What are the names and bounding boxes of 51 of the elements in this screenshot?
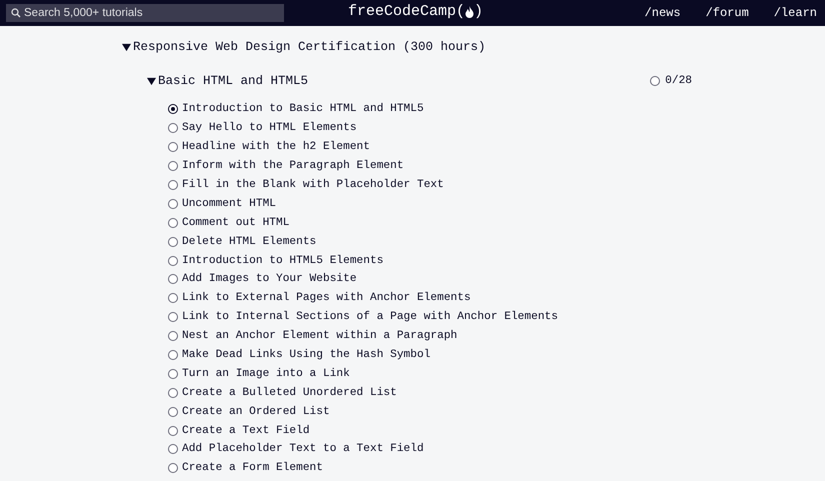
challenge-link[interactable]: Create a Form Element bbox=[182, 462, 323, 474]
challenge-radio[interactable] bbox=[168, 180, 178, 190]
challenge-radio[interactable] bbox=[168, 426, 178, 436]
challenge-link[interactable]: Link to Internal Sections of a Page with Anchor Elements bbox=[182, 311, 558, 324]
nav-link[interactable]: /learn bbox=[774, 6, 817, 20]
challenge-radio[interactable] bbox=[168, 368, 178, 379]
challenge-link[interactable]: Comment out HTML bbox=[182, 216, 290, 229]
challenge-link[interactable]: Nest an Anchor Element within a Paragraph bbox=[182, 330, 458, 342]
challenge-radio[interactable] bbox=[168, 123, 178, 134]
challenge-radio[interactable] bbox=[168, 463, 178, 474]
challenge-link[interactable]: Add Placeholder Text to a Text Field bbox=[182, 443, 424, 456]
challenge-link[interactable]: Introduction to HTML5 Elements bbox=[182, 254, 384, 267]
challenge-link[interactable]: Link to External Pages with Anchor Elements bbox=[182, 292, 471, 304]
nav-link[interactable]: /news bbox=[644, 6, 681, 20]
block-title[interactable]: Basic HTML and HTML5 bbox=[158, 74, 308, 88]
challenge-radio[interactable] bbox=[168, 406, 178, 417]
challenge-link[interactable]: Make Dead Links Using the Hash Symbol bbox=[182, 349, 430, 362]
challenge-link[interactable]: Introduction to Basic HTML and HTML5 bbox=[182, 103, 424, 116]
certification-title[interactable]: Responsive Web Design Certification (300 hours) bbox=[133, 40, 486, 54]
challenge-link[interactable]: Turn an Image into a Link bbox=[182, 368, 350, 380]
progress-count: 0/28 bbox=[665, 75, 692, 87]
challenge-radio[interactable] bbox=[168, 256, 178, 266]
nav-link[interactable]: /forum bbox=[706, 6, 749, 20]
challenge-link[interactable]: Uncomment HTML bbox=[182, 198, 276, 210]
challenge-link[interactable]: Fill in the Blank with Placeholder Text bbox=[182, 179, 444, 191]
challenge-link[interactable]: Headline with the h2 Element bbox=[182, 141, 370, 154]
search-field[interactable]: Search 5,000+ tutorials bbox=[6, 4, 284, 22]
challenge-radio[interactable] bbox=[168, 274, 178, 284]
challenge-radio[interactable] bbox=[168, 161, 178, 172]
logo-text: freeCodeCamp( bbox=[348, 3, 466, 20]
challenge-link[interactable]: Create a Bulleted Unordered List bbox=[182, 386, 397, 399]
challenge-radio[interactable] bbox=[168, 350, 178, 360]
challenge-link[interactable]: Delete HTML Elements bbox=[182, 236, 316, 248]
challenge-radio[interactable] bbox=[168, 444, 178, 454]
challenge-radio[interactable] bbox=[168, 293, 178, 304]
challenge-radio[interactable] bbox=[168, 312, 178, 322]
flame-icon bbox=[465, 6, 474, 18]
challenge-link[interactable]: Say Hello to HTML Elements bbox=[182, 122, 357, 134]
challenge-radio[interactable] bbox=[168, 388, 178, 398]
challenge-radio[interactable] bbox=[168, 236, 178, 247]
challenge-radio[interactable] bbox=[168, 218, 178, 228]
challenge-link[interactable]: Add Images to Your Website bbox=[182, 273, 357, 286]
challenge-radio[interactable] bbox=[168, 142, 178, 152]
challenge-link[interactable]: Create a Text Field bbox=[182, 424, 310, 437]
challenge-link[interactable]: Inform with the Paragraph Element bbox=[182, 160, 404, 172]
logo-text: ) bbox=[474, 3, 484, 20]
challenge-link[interactable]: Create an Ordered List bbox=[182, 406, 330, 418]
search-icon bbox=[11, 8, 21, 18]
challenge-radio[interactable] bbox=[168, 331, 178, 342]
challenge-radio[interactable] bbox=[168, 198, 178, 209]
challenge-radio[interactable] bbox=[168, 104, 178, 114]
